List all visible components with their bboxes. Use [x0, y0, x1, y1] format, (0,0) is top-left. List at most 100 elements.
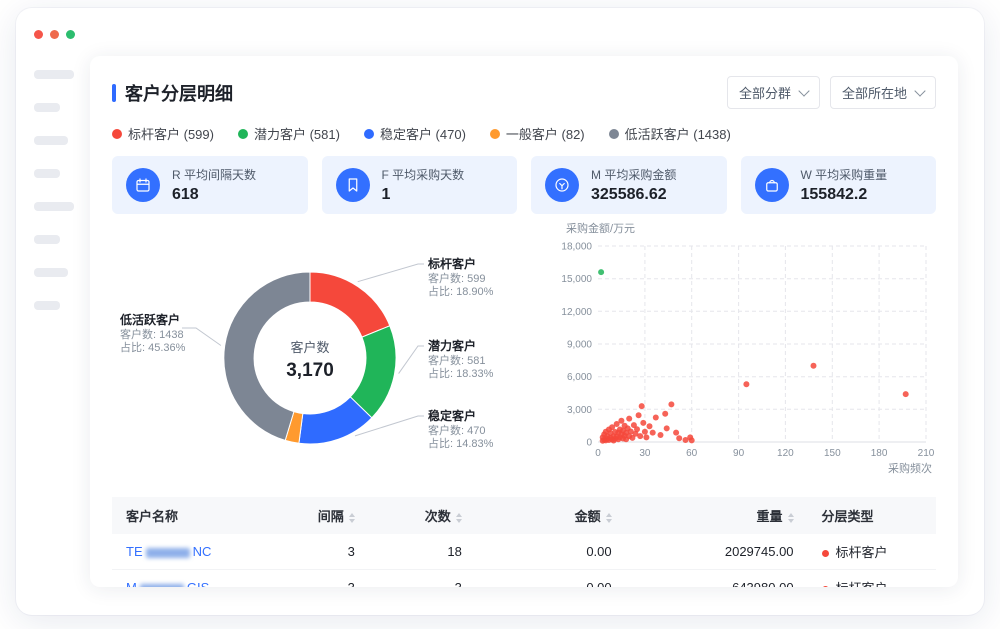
sidebar-skeleton-bar	[34, 136, 68, 145]
svg-text:3,000: 3,000	[567, 405, 592, 416]
type-dot-icon	[822, 586, 829, 587]
legend-label: 低活跃客户 (1438)	[625, 124, 731, 143]
sidebar-skeleton-bar	[34, 70, 74, 79]
svg-text:标杆客户: 标杆客户	[427, 256, 476, 271]
column-header-interval[interactable]: 间隔	[273, 497, 369, 534]
sidebar-skeleton	[34, 70, 90, 310]
svg-text:210: 210	[918, 448, 935, 459]
kpi-card: R 平均间隔天数618	[112, 156, 308, 214]
sidebar-skeleton-bar	[34, 268, 68, 277]
kpi-value: 155842.2	[801, 186, 888, 204]
weight-icon	[755, 168, 789, 202]
table-row[interactable]: MGIS330.00643980.00标杆客户	[112, 570, 936, 588]
legend-label: 稳定客户 (470)	[380, 124, 466, 143]
filter-group: 全部分群 全部所在地	[727, 76, 936, 109]
column-label: 间隔	[318, 509, 344, 524]
cell-type: 标杆客户	[808, 570, 936, 588]
panel-header: 客户分层明细 全部分群 全部所在地	[112, 76, 936, 109]
cell-name: MGIS	[112, 570, 273, 588]
kpi-label: M 平均采购金额	[591, 166, 676, 183]
legend-row: 标杆客户 (599) 潜力客户 (581) 稳定客户 (470) 一般客户 (82) 低…	[112, 124, 936, 143]
column-header-name: 客户名称	[112, 497, 273, 534]
filter-dropdown[interactable]: 全部所在地	[830, 76, 936, 109]
sort-icon[interactable]	[456, 513, 462, 523]
type-label: 标杆客户	[836, 581, 888, 587]
charts-row: 客户数3,170标杆客户客户数: 599占比: 18.90%潜力客户客户数: 5…	[112, 220, 936, 493]
cell-amount: 0.00	[476, 534, 626, 570]
svg-text:占比: 45.36%: 占比: 45.36%	[120, 340, 186, 354]
sort-icon[interactable]	[606, 513, 612, 523]
sort-icon[interactable]	[349, 513, 355, 523]
cell-weight: 643980.00	[626, 570, 808, 588]
svg-text:150: 150	[824, 448, 841, 459]
svg-text:0: 0	[595, 448, 601, 459]
legend-item[interactable]: 稳定客户 (470)	[364, 124, 466, 143]
filter-label: 全部所在地	[842, 83, 907, 102]
calendar-icon	[126, 168, 160, 202]
cell-name: TENC	[112, 534, 273, 570]
svg-text:稳定客户: 稳定客户	[428, 408, 476, 423]
svg-text:客户数: 581: 客户数: 581	[428, 353, 485, 367]
kpi-label: R 平均间隔天数	[172, 166, 256, 183]
chevron-down-icon	[798, 85, 809, 96]
column-label: 客户名称	[126, 509, 178, 524]
redacted-text	[146, 548, 190, 558]
customer-name-link[interactable]: TENC	[126, 544, 211, 559]
sort-icon[interactable]	[788, 513, 794, 523]
filter-dropdown[interactable]: 全部分群	[727, 76, 820, 109]
svg-text:占比: 18.33%: 占比: 18.33%	[428, 366, 494, 380]
sidebar-skeleton-bar	[34, 235, 60, 244]
page-title: 客户分层明细	[125, 80, 233, 106]
donut-svg: 客户数3,170标杆客户客户数: 599占比: 18.90%潜力客户客户数: 5…	[112, 220, 552, 488]
scatter-svg: 03,0006,0009,00012,00015,00018,000030609…	[552, 220, 936, 478]
redacted-text	[140, 584, 184, 587]
legend-item[interactable]: 潜力客户 (581)	[238, 124, 340, 143]
column-label: 次数	[425, 509, 451, 524]
svg-text:占比: 18.90%: 占比: 18.90%	[428, 284, 494, 298]
type-label: 标杆客户	[836, 545, 888, 560]
svg-text:6,000: 6,000	[567, 372, 592, 383]
legend-dot-icon	[364, 129, 374, 139]
legend-item[interactable]: 低活跃客户 (1438)	[609, 124, 731, 143]
close-window-button[interactable]	[34, 30, 43, 39]
kpi-label: F 平均采购天数	[382, 166, 465, 183]
customer-table: 客户名称间隔次数金额重量分层类型TENC3180.002029745.00标杆客…	[112, 497, 936, 587]
column-header-amount[interactable]: 金额	[476, 497, 626, 534]
legend-label: 标杆客户 (599)	[128, 124, 214, 143]
sidebar-skeleton-bar	[34, 301, 60, 310]
svg-text:客户数: 1438: 客户数: 1438	[120, 327, 184, 341]
legend-dot-icon	[609, 129, 619, 139]
customer-name-link[interactable]: MGIS	[126, 580, 209, 587]
table-row[interactable]: TENC3180.002029745.00标杆客户	[112, 534, 936, 570]
column-header-times[interactable]: 次数	[369, 497, 476, 534]
cell-interval: 3	[273, 570, 369, 588]
svg-text:120: 120	[777, 448, 794, 459]
legend-label: 潜力客户 (581)	[254, 124, 340, 143]
column-label: 重量	[757, 509, 783, 524]
window-controls	[34, 30, 75, 39]
legend-item[interactable]: 一般客户 (82)	[490, 124, 585, 143]
svg-text:潜力客户: 潜力客户	[428, 338, 476, 353]
title-accent-bar	[112, 84, 116, 102]
legend-dot-icon	[112, 129, 122, 139]
coin-icon	[545, 168, 579, 202]
bookmark-icon	[336, 168, 370, 202]
minimize-window-button[interactable]	[50, 30, 59, 39]
zoom-window-button[interactable]	[66, 30, 75, 39]
kpi-label: W 平均采购重量	[801, 166, 888, 183]
legend-label: 一般客户 (82)	[506, 124, 585, 143]
svg-text:180: 180	[871, 448, 888, 459]
svg-text:18,000: 18,000	[561, 242, 592, 253]
svg-text:30: 30	[639, 448, 651, 459]
svg-text:15,000: 15,000	[561, 274, 592, 285]
svg-text:12,000: 12,000	[561, 307, 592, 318]
cell-interval: 3	[273, 534, 369, 570]
scatter-chart: 03,0006,0009,00012,00015,00018,000030609…	[552, 220, 936, 493]
legend-dot-icon	[238, 129, 248, 139]
svg-text:采购频次: 采购频次	[888, 461, 932, 475]
legend-item[interactable]: 标杆客户 (599)	[112, 124, 214, 143]
sidebar-skeleton-bar	[34, 202, 74, 211]
column-label: 金额	[575, 509, 601, 524]
column-header-weight[interactable]: 重量	[626, 497, 808, 534]
kpi-value: 1	[382, 186, 465, 204]
